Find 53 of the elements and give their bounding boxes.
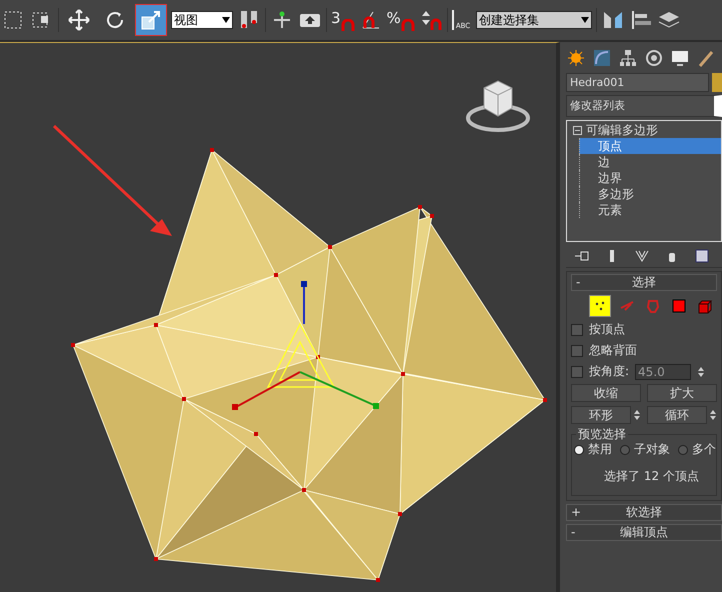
checkbox-label: 按角度: bbox=[589, 363, 630, 380]
checkbox[interactable] bbox=[571, 324, 583, 336]
scale-tool-icon[interactable] bbox=[135, 4, 167, 36]
align-icon[interactable] bbox=[629, 8, 654, 32]
checkbox-label: 按顶点 bbox=[589, 321, 625, 338]
radio-label: 多个 bbox=[692, 441, 716, 458]
stack-subitem[interactable]: 元素 bbox=[579, 202, 721, 218]
create-tab-icon[interactable] bbox=[566, 48, 586, 68]
configure-sets-icon[interactable] bbox=[694, 248, 710, 264]
caret-icon bbox=[581, 17, 590, 23]
object-name-field[interactable]: Hedra001 bbox=[566, 73, 709, 92]
make-unique-icon[interactable] bbox=[634, 248, 650, 264]
selection-status-text: 选择了 12 个顶点 bbox=[603, 468, 700, 485]
display-tab-icon[interactable] bbox=[670, 48, 690, 68]
angle-field[interactable]: 45.0 bbox=[635, 364, 692, 380]
rollout-header[interactable]: - 编辑顶点 bbox=[566, 524, 722, 541]
stack-subitem[interactable]: 边 bbox=[579, 154, 721, 170]
transform-gizmo-icon bbox=[232, 281, 379, 410]
radio-button[interactable] bbox=[678, 444, 688, 454]
stack-item[interactable]: 可编辑多边形 bbox=[567, 122, 721, 138]
panel-button[interactable]: 环形 bbox=[571, 406, 631, 424]
perspective-viewport[interactable] bbox=[0, 42, 560, 592]
rollout-header[interactable]: + 软选择 bbox=[566, 504, 722, 521]
motion-tab-icon[interactable] bbox=[644, 48, 664, 68]
radio-label: 子对象 bbox=[634, 441, 670, 458]
collapse-toggle-icon[interactable] bbox=[573, 126, 582, 134]
radio-button[interactable] bbox=[620, 444, 630, 454]
group-title: 预览选择 bbox=[576, 426, 628, 443]
checkbox-label: 忽略背面 bbox=[589, 342, 637, 359]
spinner-icon[interactable] bbox=[633, 408, 641, 422]
stack-subitem[interactable]: 顶点 bbox=[579, 138, 721, 154]
radio-button[interactable] bbox=[574, 444, 584, 454]
selection-set-dropdown[interactable]: 创建选择集 bbox=[476, 11, 592, 29]
panel-button[interactable]: 循环 bbox=[647, 406, 707, 424]
spinner-icon[interactable] bbox=[709, 408, 717, 422]
view-cube-icon[interactable] bbox=[466, 80, 530, 132]
modify-tab-icon[interactable] bbox=[592, 48, 612, 68]
modifier-list-dropdown[interactable]: 修改器列表 bbox=[566, 95, 722, 117]
panel-button[interactable]: 收缩 bbox=[571, 384, 641, 402]
checkbox[interactable] bbox=[571, 366, 583, 378]
spinner-icon[interactable] bbox=[697, 364, 706, 378]
rollout-header[interactable]: - 选择 bbox=[571, 274, 717, 291]
utilities-tab-icon[interactable] bbox=[696, 48, 716, 68]
view-dropdown[interactable]: 视图 bbox=[171, 11, 233, 29]
stack-subitem[interactable]: 边界 bbox=[579, 170, 721, 186]
caret-icon bbox=[222, 17, 230, 23]
radio-label: 禁用 bbox=[588, 441, 612, 458]
hierarchy-tab-icon[interactable] bbox=[618, 48, 638, 68]
vertex-level-icon[interactable] bbox=[589, 295, 611, 317]
checkbox[interactable] bbox=[571, 344, 583, 356]
panel-button[interactable]: 扩大 bbox=[647, 384, 717, 402]
stack-subitem[interactable]: 多边形 bbox=[579, 186, 721, 202]
object-color-swatch[interactable] bbox=[712, 73, 722, 92]
